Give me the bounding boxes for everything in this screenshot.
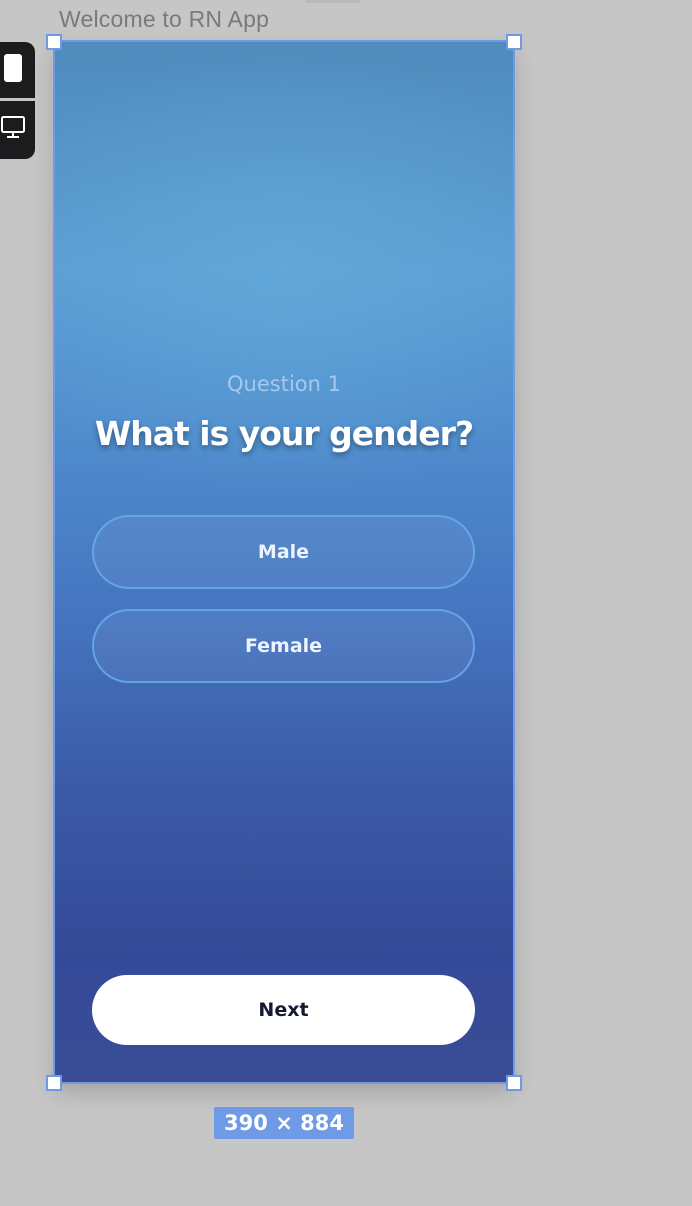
phone-icon — [2, 53, 24, 87]
resize-handle-bottom-right[interactable] — [506, 1075, 522, 1091]
design-canvas: Welcome to RN App Question 1 What is you… — [0, 0, 692, 1206]
toolbar-edge — [305, 0, 361, 3]
frame-label[interactable]: Welcome to RN App — [59, 6, 269, 33]
resize-handle-top-right[interactable] — [506, 34, 522, 50]
frame-dimensions-badge: 390 × 884 — [214, 1107, 354, 1139]
desktop-icon — [0, 114, 27, 144]
frame-selection-outline — [53, 40, 515, 1084]
resize-handle-bottom-left[interactable] — [46, 1075, 62, 1091]
phone-view-button[interactable] — [0, 42, 35, 98]
desktop-view-button[interactable] — [0, 101, 35, 157]
device-switcher — [0, 42, 35, 159]
resize-handle-top-left[interactable] — [46, 34, 62, 50]
